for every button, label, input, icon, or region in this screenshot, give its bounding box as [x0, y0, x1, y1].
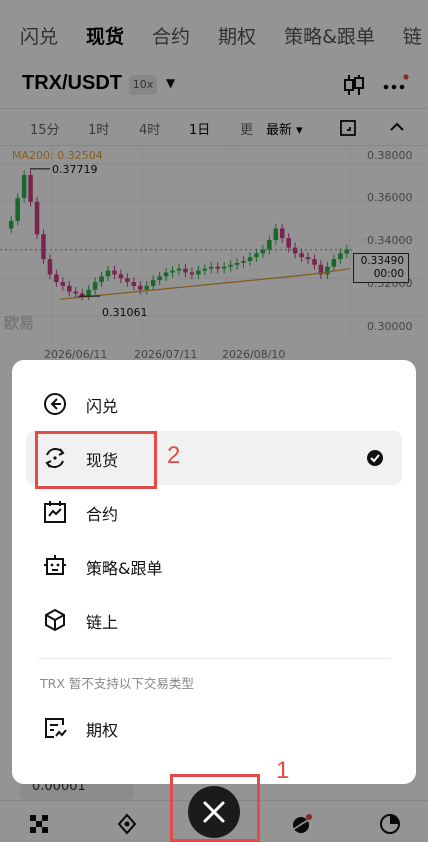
- options-icon: [45, 718, 67, 738]
- annotation-box-2: [35, 431, 157, 489]
- menu-item-strategy[interactable]: 策略&跟单: [26, 539, 402, 593]
- menu-item-label: 链上: [86, 613, 119, 632]
- onchain-icon: [45, 608, 65, 632]
- swap-icon: [44, 393, 66, 415]
- futures-icon: [44, 501, 66, 523]
- menu-item-label: 期权: [86, 721, 119, 740]
- trade-type-sheet: 闪兑 现货 合约 策略&跟单 链上 TRX 暂不支持以下交易类型 期权: [12, 360, 416, 784]
- menu-item-label: 合约: [86, 505, 119, 524]
- menu-item-options[interactable]: 期权: [26, 701, 402, 755]
- section-divider: [38, 658, 390, 659]
- annotation-box-1: [170, 774, 260, 842]
- bot-icon: [44, 555, 66, 575]
- menu-item-label: 策略&跟单: [86, 559, 163, 578]
- menu-item-futures[interactable]: 合约: [26, 485, 402, 539]
- menu-item-swap[interactable]: 闪兑: [26, 377, 402, 431]
- annotation-number-2: 2: [167, 442, 181, 469]
- selected-check-icon: [367, 450, 383, 466]
- menu-item-onchain[interactable]: 链上: [26, 593, 402, 647]
- unsupported-note: TRX 暂不支持以下交易类型: [40, 676, 194, 691]
- menu-item-label: 闪兑: [86, 397, 119, 416]
- annotation-number-1: 1: [276, 757, 290, 784]
